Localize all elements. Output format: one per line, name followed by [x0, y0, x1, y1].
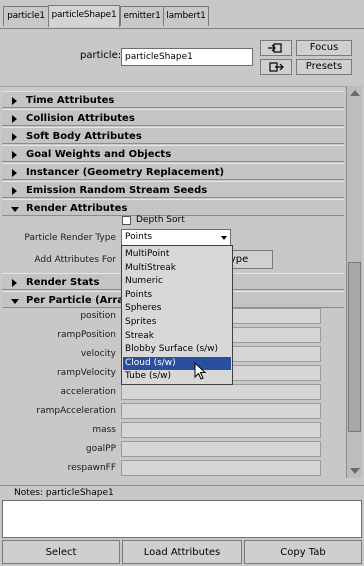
pp-field-goalPP[interactable]	[121, 441, 321, 457]
pp-field-mass[interactable]	[121, 422, 321, 438]
render-type-label: Particle Render Type	[24, 233, 116, 243]
tab-particleShape1[interactable]: particleShape1	[48, 5, 120, 27]
tab-bar: particle1 particleShape1 emitter1 lamber…	[0, 0, 364, 29]
depth-sort-label: Depth Sort	[136, 215, 185, 225]
section-soft-body-attributes[interactable]: Soft Body Attributes	[2, 127, 344, 144]
tab-emitter1[interactable]: emitter1	[120, 6, 164, 26]
render-type-value: Points	[125, 232, 153, 242]
vertical-scrollbar[interactable]	[346, 86, 362, 478]
render-type-select[interactable]: Points	[121, 229, 231, 246]
pp-label-rampAcceleration: rampAcceleration	[36, 406, 116, 416]
section-collision-attributes[interactable]: Collision Attributes	[2, 109, 344, 126]
pp-label-position: position	[80, 311, 116, 321]
select-button[interactable]: Select	[2, 540, 120, 564]
expand-arrow-icon	[12, 151, 17, 159]
node-name-label: particle:	[80, 50, 122, 61]
presets-icon-button[interactable]	[260, 59, 292, 75]
section-emission-seeds[interactable]: Emission Random Stream Seeds	[2, 181, 344, 198]
notes-textarea[interactable]	[2, 500, 362, 538]
collapse-arrow-icon	[11, 207, 19, 212]
option-cloud[interactable]: Cloud (s/w)	[123, 356, 231, 371]
tab-particle1[interactable]: particle1	[3, 6, 49, 26]
scroll-down-arrow-icon[interactable]	[350, 468, 360, 474]
load-attributes-button[interactable]: Load Attributes	[122, 540, 242, 564]
section-instancer[interactable]: Instancer (Geometry Replacement)	[2, 163, 344, 180]
notes-header: Notes: particleShape1	[0, 485, 364, 500]
option-points[interactable]: Points	[123, 289, 231, 303]
add-attributes-label: Add Attributes For	[34, 255, 116, 265]
expand-arrow-icon	[12, 187, 17, 195]
pp-label-velocity: velocity	[80, 349, 116, 359]
notes-label: Notes: particleShape1	[14, 488, 114, 498]
scrollbar-thumb[interactable]	[348, 262, 361, 432]
pp-label-acceleration: acceleration	[60, 387, 116, 397]
mouse-cursor-icon	[194, 362, 207, 380]
section-render-attributes[interactable]: Render Attributes	[2, 199, 344, 216]
tab-lambert1[interactable]: lambert1	[163, 6, 209, 26]
option-blobby-surface[interactable]: Blobby Surface (s/w)	[123, 343, 231, 357]
presets-icon	[269, 62, 284, 72]
collapse-arrow-icon	[11, 299, 19, 304]
pp-label-rampVelocity: rampVelocity	[56, 368, 116, 378]
option-multipoint[interactable]: MultiPoint	[123, 248, 231, 262]
expand-arrow-icon	[12, 169, 17, 177]
pp-field-rampAcceleration[interactable]	[121, 403, 321, 419]
option-sprites[interactable]: Sprites	[123, 316, 231, 330]
focus-button[interactable]: Focus	[296, 40, 352, 56]
pp-label-mass: mass	[92, 425, 116, 435]
pp-label-rampPosition: rampPosition	[57, 330, 116, 340]
focus-icon	[268, 43, 282, 53]
copy-tab-button[interactable]: Copy Tab	[244, 540, 362, 564]
pp-label-goalPP: goalPP	[85, 444, 116, 454]
scroll-up-arrow-icon[interactable]	[350, 90, 360, 96]
depth-sort-checkbox[interactable]	[122, 216, 131, 225]
presets-button[interactable]: Presets	[296, 59, 352, 75]
expand-arrow-icon	[12, 133, 17, 141]
pp-field-acceleration[interactable]	[121, 384, 321, 400]
pp-label-respawnFF: respawnFF	[67, 463, 116, 473]
expand-arrow-icon	[12, 97, 17, 105]
option-spheres[interactable]: Spheres	[123, 302, 231, 316]
render-type-dropdown-list: MultiPoint MultiStreak Numeric Points Sp…	[121, 245, 233, 385]
chevron-down-icon	[221, 236, 227, 240]
expand-arrow-icon	[12, 115, 17, 123]
focus-icon-button[interactable]	[260, 40, 292, 56]
option-tube[interactable]: Tube (s/w)	[123, 370, 231, 384]
section-time-attributes[interactable]: Time Attributes	[2, 91, 344, 108]
option-numeric[interactable]: Numeric	[123, 275, 231, 289]
node-name-field[interactable]: particleShape1	[121, 48, 253, 66]
expand-arrow-icon	[12, 279, 17, 287]
section-goal-weights[interactable]: Goal Weights and Objects	[2, 145, 344, 162]
pp-field-respawnFF[interactable]	[121, 460, 321, 476]
bottom-button-bar: Select Load Attributes Copy Tab	[0, 540, 364, 566]
option-streak[interactable]: Streak	[123, 330, 231, 344]
option-multistreak[interactable]: MultiStreak	[123, 262, 231, 276]
